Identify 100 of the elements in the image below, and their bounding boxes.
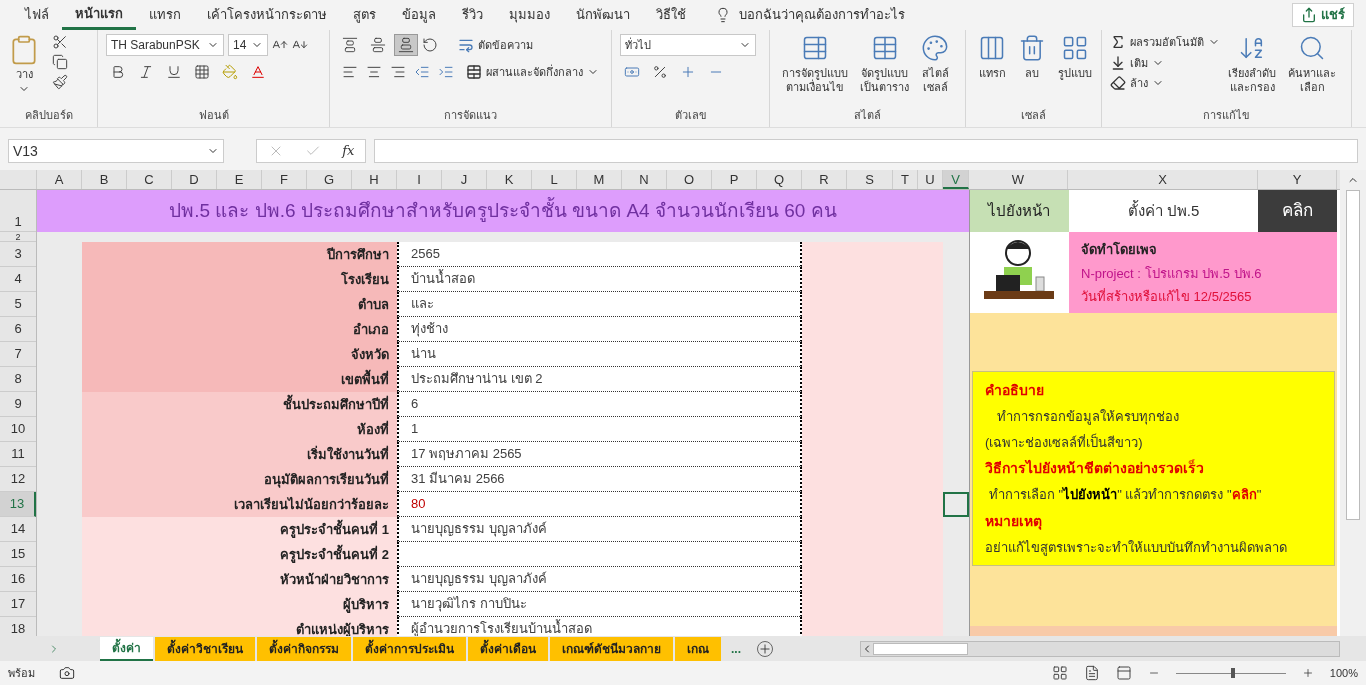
menu-tab[interactable]: แทรก xyxy=(136,0,194,30)
zoom-slider[interactable] xyxy=(1175,668,1286,678)
row-header: 4 xyxy=(0,267,36,292)
editing-big-button[interactable]: เรียงลำดับ และกรอง xyxy=(1224,34,1280,94)
merge-center-button[interactable]: ผสานและจัดกึ่งกลาง xyxy=(466,64,599,81)
credit-author: จัดทำโดยเพจ xyxy=(1081,241,1158,259)
camera-icon[interactable] xyxy=(59,665,75,681)
font-color-icon[interactable] xyxy=(250,64,266,80)
style-button[interactable]: การจัดรูปแบบ ตามเงื่อนไข xyxy=(778,34,852,94)
column-header: F xyxy=(262,170,307,189)
menu-tab[interactable]: นักพัฒนา xyxy=(563,0,643,30)
goto-label[interactable]: ไปยังหน้า xyxy=(970,190,1069,232)
sheet-tab[interactable]: ตั้งค่าเดือน xyxy=(468,636,548,661)
column-header: H xyxy=(352,170,397,189)
row-header: 6 xyxy=(0,317,36,342)
editing-button[interactable]: เติม xyxy=(1110,54,1220,71)
field-label: ปีการศึกษา xyxy=(82,242,397,267)
percent-icon[interactable] xyxy=(652,64,668,80)
field-label: ห้องที่ xyxy=(82,417,397,442)
name-box[interactable]: V13 xyxy=(8,139,224,163)
style-button[interactable]: สไตล์ เซลล์ xyxy=(917,34,953,94)
menu-tab[interactable]: รีวิว xyxy=(449,0,496,30)
sheet-tab[interactable]: ตั้งค่าวิชาเรียน xyxy=(155,636,255,661)
orientation-icon[interactable] xyxy=(422,37,438,53)
menu-tab[interactable]: ข้อมูล xyxy=(389,0,449,30)
group-title: เซลล์ xyxy=(1020,107,1047,123)
paintbrush-icon[interactable] xyxy=(52,74,68,90)
share-button[interactable]: แชร์ xyxy=(1292,3,1354,27)
note-heading: คำอธิบาย xyxy=(985,381,1045,400)
editing-button[interactable]: ล้าง xyxy=(1110,75,1220,92)
menu-tab[interactable]: เค้าโครงหน้ากระดาษ xyxy=(194,0,340,30)
trash-icon xyxy=(1018,34,1046,62)
wrap-text-button[interactable]: ตัดข้อความ xyxy=(458,36,533,54)
eraser-icon xyxy=(1110,75,1126,92)
field-value: บ้านน้ำสอด xyxy=(397,267,802,292)
align-icon xyxy=(398,37,414,53)
field-value: และ xyxy=(397,292,802,317)
sheet-tab[interactable]: ตั้งค่ากิจกรรม xyxy=(257,636,351,661)
column-header: R xyxy=(802,170,847,189)
menu-tab[interactable]: วิธีใช้ xyxy=(643,0,699,30)
cells-button[interactable]: ลบ xyxy=(1014,34,1050,80)
column-header: P xyxy=(712,170,757,189)
formula-field[interactable] xyxy=(374,139,1358,163)
search-icon xyxy=(1298,34,1326,62)
menu-tab[interactable]: ไฟล์ xyxy=(12,0,62,30)
font-family-field[interactable]: TH SarabunPSK xyxy=(106,34,224,56)
sheet-tab[interactable]: เกณฑ์ดัชนีมวลกาย xyxy=(550,636,673,661)
field-value: 17 พฤษภาคม 2565 xyxy=(397,442,802,467)
editing-button[interactable]: ผลรวมอัตโนมัติ xyxy=(1110,34,1220,51)
zoom-in-icon[interactable] xyxy=(1301,667,1314,679)
page-layout-icon[interactable] xyxy=(1083,665,1100,681)
zoom-level: 100% xyxy=(1329,665,1358,681)
column-header: I xyxy=(397,170,442,189)
vertical-scrollbar[interactable] xyxy=(1340,170,1366,636)
align-button[interactable] xyxy=(394,34,418,56)
row-header: 14 xyxy=(0,517,36,542)
tell-me-field[interactable]: บอกฉันว่าคุณต้องการทำอะไร xyxy=(739,5,905,25)
wrap-icon xyxy=(458,37,474,53)
column-header: B xyxy=(82,170,127,189)
sheet-tab[interactable]: เกณ xyxy=(675,636,721,661)
field-label: เวลาเรียนไม่น้อยกว่าร้อยละ xyxy=(82,492,397,517)
note-text: (เฉพาะช่องเซลล์ที่เป็นสีขาว) xyxy=(985,432,1144,452)
sheet-title: ปพ.5 และ ปพ.6 ประถมศึกษาสำหรับครูประจำชั้น ขนาด A4 จำนวนนักเรียน 60 คน xyxy=(37,190,969,232)
paste-button[interactable]: วาง xyxy=(8,34,40,95)
palette-icon xyxy=(921,34,949,62)
column-header: K xyxy=(487,170,532,189)
cells-button[interactable]: แทรก xyxy=(974,34,1010,80)
insert-function-button[interactable]: fx xyxy=(342,141,355,161)
column-header: W xyxy=(969,170,1068,189)
scissors-icon[interactable] xyxy=(52,34,68,50)
sheet-tab[interactable]: ตั้งค่า xyxy=(100,636,153,661)
cells-button[interactable]: รูปแบบ xyxy=(1054,34,1096,80)
lightbulb-icon[interactable] xyxy=(715,7,731,23)
horizontal-scrollbar[interactable] xyxy=(860,640,1340,657)
fill-color-icon[interactable] xyxy=(222,64,238,80)
align-icon xyxy=(342,37,358,53)
sheet-tab[interactable]: ตั้งค่าการประเมิน xyxy=(353,636,466,661)
share-icon xyxy=(1301,7,1317,23)
menu-tab[interactable]: สูตร xyxy=(340,0,389,30)
italic-icon[interactable] xyxy=(138,64,154,80)
column-header: C xyxy=(127,170,172,189)
bold-icon[interactable] xyxy=(110,64,126,80)
currency-icon[interactable] xyxy=(624,64,640,80)
field-label: อำเภอ xyxy=(82,317,397,342)
more-sheets[interactable]: ... xyxy=(731,639,741,658)
note-heading: วิธีการไปยังหน้าชีตต่างอย่างรวดเร็ว xyxy=(985,458,1205,478)
borders-icon[interactable] xyxy=(194,64,210,80)
column-header: L xyxy=(532,170,577,189)
editing-big-button[interactable]: ค้นหาและ เลือก xyxy=(1284,34,1340,94)
row-header: 5 xyxy=(0,292,36,317)
click-button[interactable]: คลิก xyxy=(1258,190,1337,232)
underline-icon[interactable] xyxy=(166,64,182,80)
row-header: 3 xyxy=(0,242,36,267)
number-format-field[interactable]: ทั่วไป xyxy=(620,34,756,56)
menu-tab[interactable]: มุมมอง xyxy=(496,0,563,30)
normal-view-icon[interactable] xyxy=(1051,665,1068,681)
style-button[interactable]: จัดรูปแบบ เป็นตาราง xyxy=(856,34,913,94)
font-size-field[interactable]: 14 xyxy=(228,34,268,56)
copy-icon[interactable] xyxy=(52,54,68,70)
group-title: สไตล์ xyxy=(853,107,882,123)
